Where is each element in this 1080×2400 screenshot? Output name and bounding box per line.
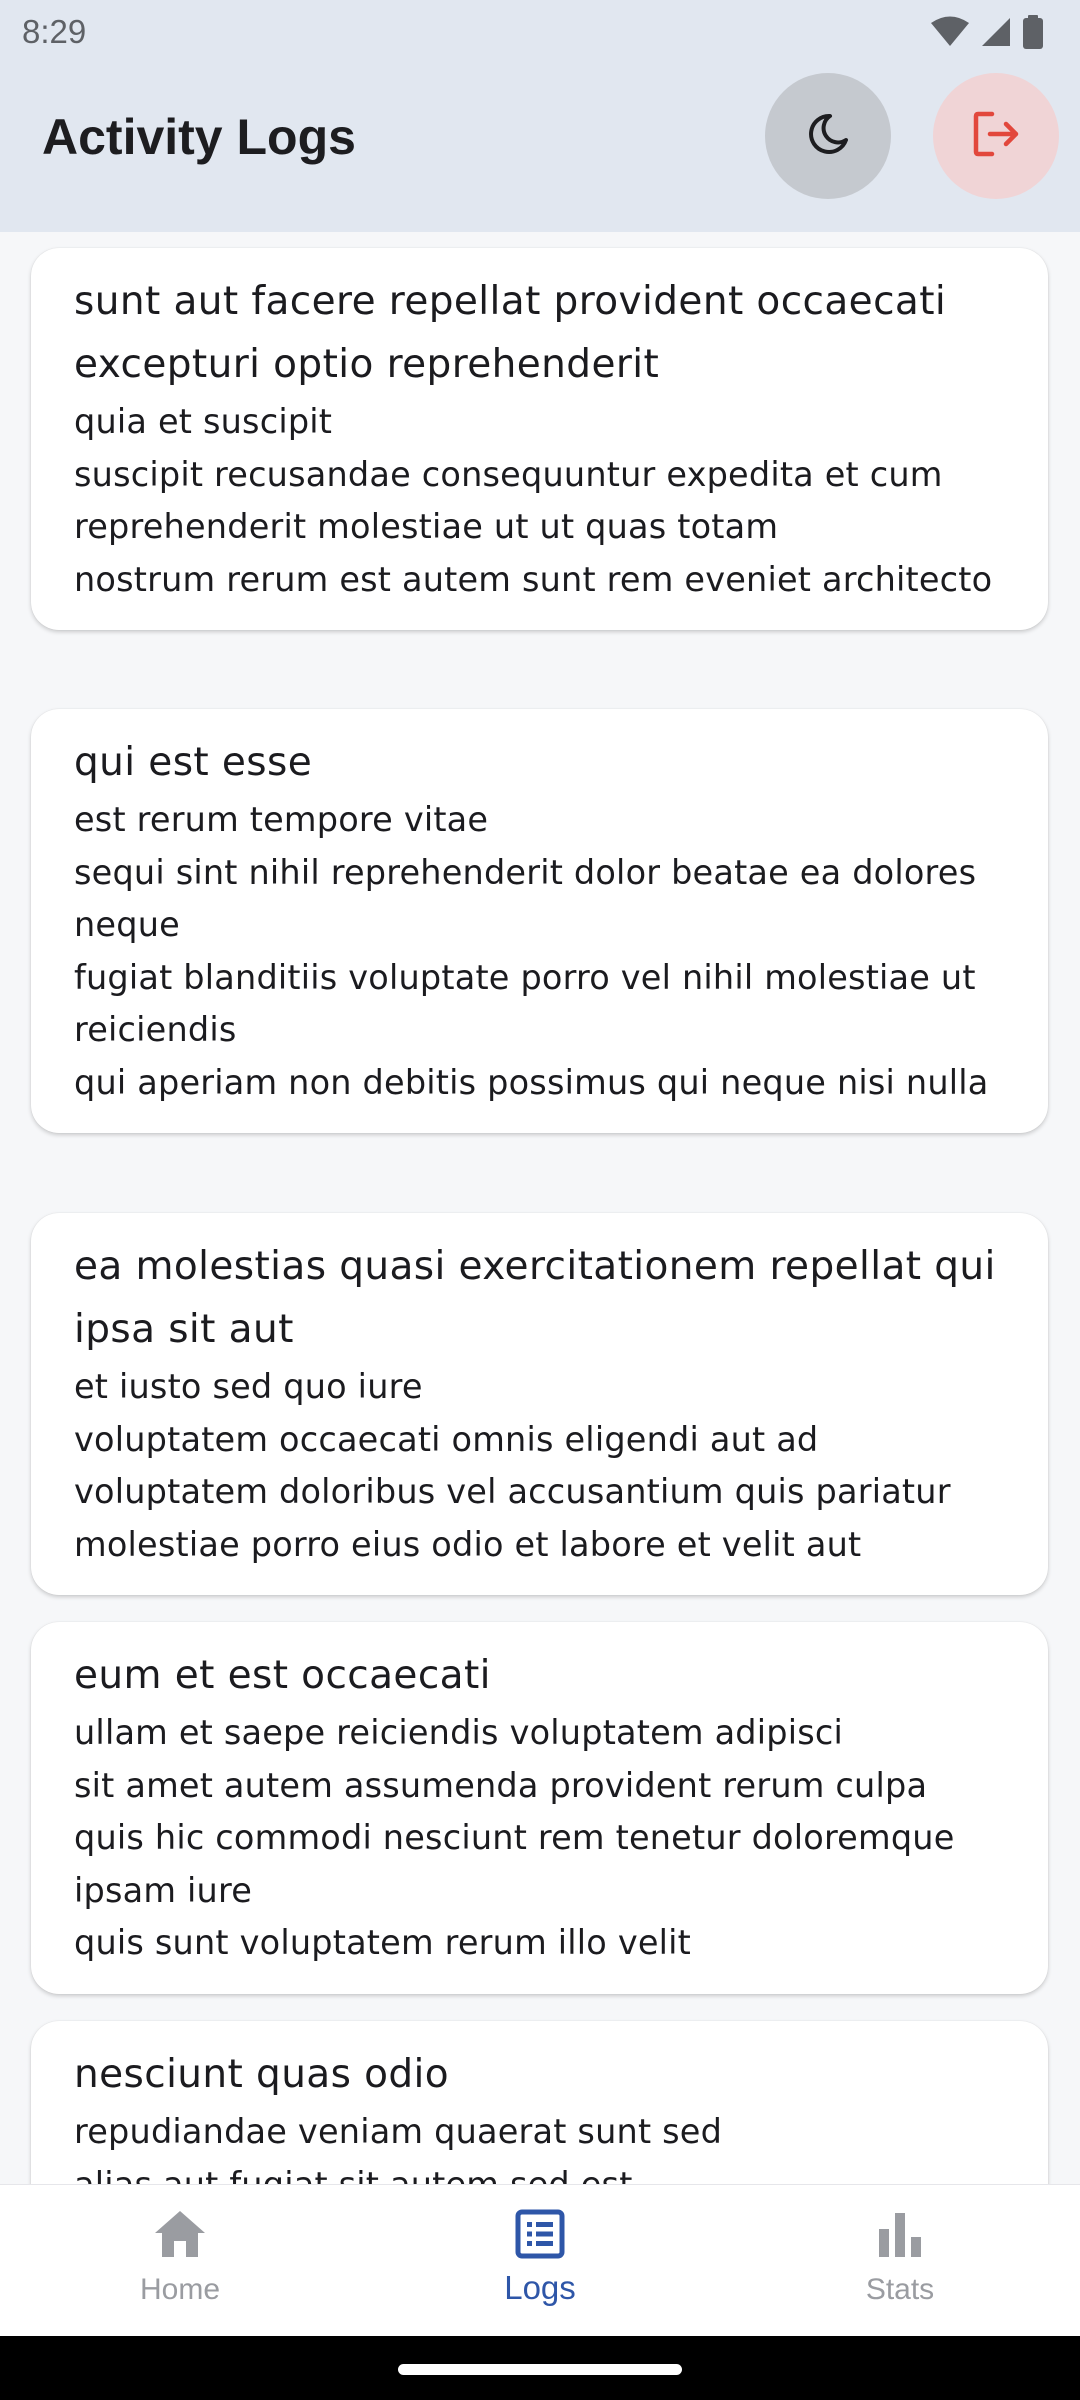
log-card[interactable]: qui est esse est rerum tempore vitae seq… — [31, 709, 1048, 1133]
home-icon — [153, 2209, 207, 2263]
battery-icon — [1022, 15, 1044, 49]
nav-item-home[interactable]: Home — [0, 2185, 360, 2336]
home-gesture-handle[interactable] — [398, 2364, 682, 2375]
nav-item-logs[interactable]: Logs — [360, 2185, 720, 2336]
logout-button[interactable] — [933, 73, 1059, 199]
logout-icon — [968, 106, 1024, 166]
signal-icon — [980, 16, 1012, 48]
log-list[interactable]: sunt aut facere repellat provident occae… — [0, 232, 1080, 2184]
log-card[interactable]: ea molestias quasi exercitationem repell… — [31, 1213, 1048, 1595]
moon-icon — [804, 110, 852, 162]
log-body: quia et suscipit suscipit recusandae con… — [74, 402, 993, 599]
wifi-icon — [930, 16, 970, 48]
log-body: et iusto sed quo iure voluptatem occaeca… — [74, 1367, 951, 1564]
log-card[interactable]: eum et est occaecati ullam et saepe reic… — [31, 1622, 1048, 1994]
list-icon — [515, 2209, 565, 2263]
nav-label-stats: Stats — [865, 2273, 935, 2306]
bar-chart-icon — [875, 2209, 925, 2263]
log-title: qui est esse — [74, 740, 313, 785]
theme-toggle-button[interactable] — [765, 73, 891, 199]
log-card[interactable]: sunt aut facere repellat provident occae… — [31, 248, 1048, 630]
page-title: Activity Logs — [42, 109, 356, 165]
nav-item-stats[interactable]: Stats — [720, 2185, 1080, 2336]
log-title: eum et est occaecati — [74, 1653, 491, 1698]
nav-label-logs: Logs — [504, 2269, 576, 2306]
log-card[interactable]: nesciunt quas odio repudiandae veniam qu… — [31, 2021, 1048, 2184]
system-gesture-area — [0, 2336, 1080, 2400]
log-title: nesciunt quas odio — [74, 2052, 450, 2097]
nav-label-home: Home — [139, 2273, 221, 2306]
log-title: sunt aut facere repellat provident occae… — [74, 279, 947, 387]
log-body: repudiandae veniam quaerat sunt sed alia… — [74, 2112, 723, 2184]
log-title: ea molestias quasi exercitationem repell… — [74, 1244, 996, 1352]
status-time: 8:29 — [22, 13, 87, 50]
log-body: est rerum tempore vitae sequi sint nihil… — [74, 800, 989, 1102]
log-body: ullam et saepe reiciendis voluptatem adi… — [74, 1713, 955, 1962]
status-bar: 8:29 — [0, 0, 1080, 64]
app-bar: Activity Logs — [0, 64, 1080, 232]
status-icons — [930, 15, 1044, 49]
bottom-navigation: Home Logs Stats — [0, 2184, 1080, 2336]
top-app-area: 8:29 Activity Logs — [0, 0, 1080, 232]
